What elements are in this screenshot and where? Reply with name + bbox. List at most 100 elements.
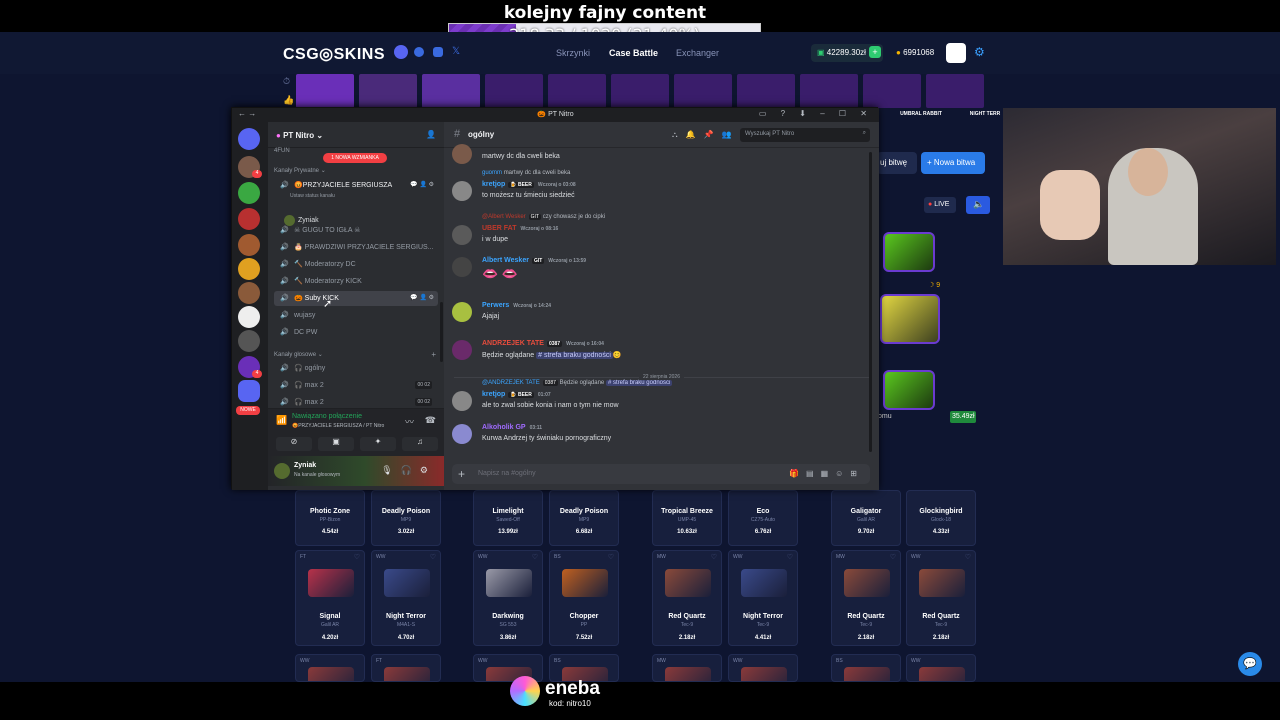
site-logo[interactable]: CSG◎SKINS: [283, 44, 385, 64]
server-icon[interactable]: [238, 182, 260, 204]
volume-button[interactable]: 🔈: [966, 196, 990, 214]
x-icon[interactable]: 𝕏: [452, 46, 460, 57]
apps-icon[interactable]: ⊞: [850, 469, 864, 478]
user-name[interactable]: Zyniak: [294, 462, 316, 469]
reply-preview[interactable]: @Albert Wesker GIT czy chowasz je do cipk…: [482, 214, 605, 220]
voice-channel[interactable]: 🔊 🎃 Suby KICK 💬 👤 ⚙: [274, 291, 438, 306]
join-battle-button[interactable]: uj bitwę: [877, 152, 917, 174]
drop-item[interactable]: [359, 74, 417, 108]
favorite-icon[interactable]: ♡: [608, 553, 614, 561]
nav-cases[interactable]: Skrzynki: [556, 48, 590, 58]
server-icon[interactable]: [238, 208, 260, 230]
facebook-icon[interactable]: [414, 47, 424, 57]
support-chat-icon[interactable]: 💬: [1238, 652, 1262, 676]
category-4fun[interactable]: 4FUN: [274, 148, 290, 154]
item-card[interactable]: WW ♡ Red Quartz Tec-9 2.18zł: [906, 550, 976, 646]
voice-status[interactable]: Nawiązano połączenie: [292, 413, 362, 420]
server-icon[interactable]: [238, 282, 260, 304]
message-author[interactable]: Albert Wesker: [482, 257, 529, 264]
user-avatar[interactable]: [274, 463, 290, 479]
new-battle-button[interactable]: + Nowa bitwa: [921, 152, 985, 174]
item-card[interactable]: WW ♡ Night Terror Tec-9 4.41zł: [728, 550, 798, 646]
chat-scrollbar[interactable]: [869, 152, 872, 452]
item-card[interactable]: MW: [652, 654, 722, 682]
new-mention-badge[interactable]: 1 NOWA WZMIANKA: [323, 153, 387, 163]
item-card[interactable]: Eco CZ75-Auto 6.76zł: [728, 490, 798, 546]
settings-gear-icon[interactable]: ⚙: [420, 465, 436, 475]
message-author[interactable]: ANDRZEJEK TATE: [482, 340, 544, 347]
drop-item[interactable]: [926, 74, 984, 108]
voice-channel[interactable]: 🔊 wujasy: [274, 308, 438, 323]
folder-icon[interactable]: [238, 380, 260, 402]
sticker-icon[interactable]: ▦: [821, 469, 836, 478]
server-header[interactable]: ● PT Nitro ⌄ 👤: [268, 122, 444, 148]
user-avatar[interactable]: [452, 340, 472, 360]
add-friend-icon[interactable]: 👤: [426, 130, 436, 139]
threads-icon[interactable]: ⛬: [672, 130, 686, 139]
item-card[interactable]: MW ♡ Red Quartz Tec-9 2.18zł: [652, 550, 722, 646]
voice-channel[interactable]: 🔊 😡PRZYJACIELE SERGIUSZA 💬 👤 ⚙: [274, 178, 438, 193]
item-card[interactable]: Deadly Poison MP9 3.02zł: [371, 490, 441, 546]
item-card[interactable]: WW: [295, 654, 365, 682]
item-card[interactable]: WW: [728, 654, 798, 682]
drop-item[interactable]: [863, 74, 921, 108]
instagram-icon[interactable]: [433, 47, 443, 57]
favorite-icon[interactable]: ♡: [354, 553, 360, 561]
item-card[interactable]: Deadly Poison MP9 6.68zł: [549, 490, 619, 546]
gift-icon[interactable]: 🎁: [789, 469, 806, 478]
channel-mention[interactable]: # strefa braku godności: [605, 380, 673, 386]
item-card[interactable]: MW ♡ Red Quartz Tec-9 2.18zł: [831, 550, 901, 646]
camera-button[interactable]: ⊘: [276, 437, 312, 451]
favorite-icon[interactable]: ♡: [890, 553, 896, 561]
category-voice[interactable]: Kanały głosowe ⌄: [274, 351, 323, 358]
message-author[interactable]: Perwers: [482, 302, 509, 309]
disconnect-icon[interactable]: ☎: [425, 415, 436, 426]
server-icon[interactable]: [238, 330, 260, 352]
attach-plus-icon[interactable]: +: [458, 467, 465, 481]
home-icon[interactable]: [238, 128, 260, 150]
user-avatar[interactable]: [946, 43, 966, 63]
server-icon[interactable]: [238, 234, 260, 256]
drop-item[interactable]: [548, 74, 606, 108]
channel-tools[interactable]: 💬 👤 ⚙: [410, 181, 434, 188]
microphone-icon[interactable]: 🎙: [381, 465, 400, 475]
favorite-icon[interactable]: ♡: [430, 553, 436, 561]
favorite-icon[interactable]: ♡: [787, 553, 793, 561]
channel-status-hint[interactable]: Ustaw status kanału: [290, 193, 335, 199]
user-avatar[interactable]: [452, 391, 472, 411]
message-composer[interactable]: + Napisz na #ogólny 🎁▤▦☺⊞: [452, 464, 870, 484]
activities-button[interactable]: ✦: [360, 437, 396, 451]
message-author[interactable]: kretjop: [482, 391, 505, 398]
window-controls[interactable]: ▭ ? ⬇ – ☐ ✕: [759, 109, 873, 118]
item-card[interactable]: BS: [831, 654, 901, 682]
drop-item[interactable]: [611, 74, 669, 108]
voice-channel[interactable]: 🔊 🎧 ogólny: [274, 361, 438, 376]
favorite-icon[interactable]: ♡: [711, 553, 717, 561]
drop-item[interactable]: [422, 74, 480, 108]
live-toggle[interactable]: ● LIVE: [924, 197, 956, 213]
server-icon[interactable]: [238, 306, 260, 328]
user-avatar[interactable]: [452, 181, 472, 201]
item-card[interactable]: WW: [906, 654, 976, 682]
soundboard-button[interactable]: ♫: [402, 437, 438, 451]
message-author[interactable]: kretjop: [482, 181, 505, 188]
drop-item[interactable]: [800, 74, 858, 108]
user-avatar[interactable]: [452, 225, 472, 245]
voice-channel[interactable]: 🔊 🔨 Moderatorzy KICK: [274, 274, 438, 289]
favorite-icon[interactable]: ♡: [532, 553, 538, 561]
pin-icon[interactable]: 📌: [704, 130, 722, 139]
voice-channel[interactable]: 🔊 DC PW: [274, 325, 438, 340]
drop-item[interactable]: [737, 74, 795, 108]
coins-display[interactable]: ● 6991068: [890, 44, 942, 62]
voice-channel[interactable]: 🔊 ☠ GUGU TO IGŁA ☠: [274, 223, 438, 238]
drop-item[interactable]: [674, 74, 732, 108]
screen-share-button[interactable]: ▣: [318, 437, 354, 451]
voice-channel[interactable]: 🔊 🎂 PRAWDZIWI PRZYJACIELE SERGIUS...: [274, 240, 438, 255]
noise-suppression-icon[interactable]: 〰: [405, 415, 414, 428]
user-avatar[interactable]: [452, 424, 472, 444]
reply-preview[interactable]: @ANDRZEJEK TATE 0387 Będzie oglądane # st…: [482, 380, 673, 386]
channel-mention[interactable]: # strefa braku godności: [536, 352, 613, 359]
user-avatar[interactable]: [452, 144, 472, 164]
item-card[interactable]: Galigator Galil AR 9.70zł: [831, 490, 901, 546]
item-card[interactable]: Tropical Breeze UMP-45 10.63zł: [652, 490, 722, 546]
